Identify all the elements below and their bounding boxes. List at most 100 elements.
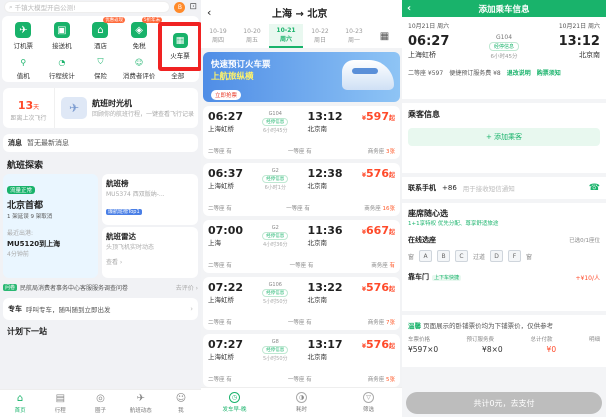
online-seat-header: 在线选座 已选0/1座位 [408,236,600,244]
arrive-station: 北京南 [307,182,328,190]
seat-f[interactable]: F [508,250,522,262]
notice-link[interactable]: 购票须知 [537,68,561,77]
arrive-time: 12:38 [307,167,343,180]
passenger-section: 乘客信息 + 添加乘客 [402,103,606,173]
tab-trips[interactable]: ▤ 行程 [40,390,80,417]
filter-icon: ▽ [363,392,374,403]
seat-b[interactable]: B [437,250,451,262]
flight-time-machine-card[interactable]: 13天 距离上次飞行 ✈ 航班时光机 回顾你的航班行程，一键查看飞行记录 [3,88,198,128]
grid-item-transfer[interactable]: ▣ 接送机 [43,22,82,50]
pay-button[interactable]: 共计0元，去支付 [406,392,602,414]
refund-link[interactable]: 退改说明 [507,68,531,77]
duration: 5小时50分 [263,356,288,362]
flight-radar-card[interactable]: 航班雷达 头顶飞机实时动态 查看 › [102,227,198,278]
seat-availability: 二等座 有一等座 有商务座 16张 [208,206,395,212]
car-icon: ▣ [53,22,70,38]
train-ticket-button[interactable]: ▦ 火车票 [158,22,201,71]
train-card[interactable]: 07:00 上海 G2 经停信息 4小时36分 11:36 北京南 ¥667起 二等座 有一等座… [203,220,400,273]
seat-a[interactable]: A [419,250,433,262]
tab-home[interactable]: ⌂ 首页 [0,390,40,417]
tab-me[interactable]: ☺ 我 [161,390,201,417]
depart-station: 上海 [208,239,221,247]
stop-info[interactable]: 经停信息 [262,289,289,297]
fee-labels: 车票价格 预订服务费 总计付款 明细 [408,335,600,343]
trip-dates: 10月21日 周六 10月21日 周六 [408,23,600,30]
scan-icon[interactable]: ⊡ [189,2,197,12]
chevron-right-icon: › [190,305,193,313]
phone-input[interactable]: 用于接收短信通知 [463,183,583,193]
grid-item-flight[interactable]: ✈ 订机票 [4,22,43,50]
grid-item-checkin[interactable]: ⚲ 值机 [4,56,43,81]
sort-depart-button[interactable]: ◷ 发车早-晚 [201,388,268,417]
train-list: 06:27 上海虹桥 G104 经停信息 6小时45分 13:12 北京南 ¥597起 二等座 … [201,106,402,387]
arrive-station: 北京南 [307,353,328,361]
train-card[interactable]: 06:27 上海虹桥 G104 经停信息 6小时45分 13:12 北京南 ¥597起 二等座 … [203,106,400,159]
airport-status-card[interactable]: 流量正常 北京首都 1 架延误 9 架取消 最近出港: MU5120到上海 4分… [3,174,98,278]
date-item[interactable]: 10-22 周日 [303,24,337,48]
add-passenger-button[interactable]: + 添加乘客 [408,128,600,146]
stop-info[interactable]: 经停信息 [262,232,289,240]
tab-flight-status[interactable]: ✈ 航班动态 [121,390,161,417]
ticket-price: ¥576起 [361,338,395,351]
duration: 6小时1分 [264,185,286,191]
depart-station: 上海虹桥 [208,296,234,304]
train-number: G8 [271,339,279,345]
arrive-station: 北京南 [307,239,328,247]
duration: 4小时36分 [263,242,288,248]
explore-right-column: 航班榜 MU5374 西双版纳-... 爆航班榜Top1 航班雷达 头顶飞机实时… [102,174,198,278]
back-icon[interactable]: ‹ [207,6,211,19]
seat-availability: 二等座 有一等座 有商务座 5张 [208,377,395,383]
order-screen: ‹ 添加乘车信息 10月21日 周六 10月21日 周六 06:27 上海虹桥 … [402,0,606,417]
trip-train-info[interactable]: G104 经停信息 6小时45分 [488,34,519,60]
bottom-tab-bar: ⌂ 首页 ▤ 行程 ◎ 圈子 ✈ 航班动态 ☺ 我 [0,389,201,417]
home-top-bar: ⌕ 千镇大模型开启公测! B ⊡ [0,0,201,14]
trip-summary: 10月21日 周六 10月21日 周六 06:27 上海虹桥 G104 经停信息… [402,17,606,99]
next-stop-title: 计划下一站 [7,327,47,336]
grid-item-trip-stats[interactable]: ◔ 行程统计 [43,56,82,81]
train-card[interactable]: 07:22 上海虹桥 G106 经停信息 5小时50分 13:22 北京南 ¥576起 二等座 … [203,277,400,330]
seat-availability: 二等座 有一等座 有商务座 7张 [208,320,395,326]
calendar-icon[interactable]: ▦ [371,24,398,48]
timer-icon: ◑ [296,392,307,403]
survey-ad[interactable]: 问卷 民航局消费者事务中心客服服务调查问卷 去评价 › [3,282,198,292]
grid-item-dutyfree[interactable]: 5折年末 ◈ 免税 [120,17,163,50]
luggage-icon: ⚲ [20,57,27,67]
contacts-icon[interactable]: ☎ [589,183,600,193]
plane-illustration-icon: ✈ [61,97,87,119]
stop-info[interactable]: 经停信息 [262,175,289,183]
train-number: G104 [268,111,282,117]
date-item[interactable]: 10-20 周五 [235,24,269,48]
seat-d[interactable]: D [490,250,504,262]
hotel-icon: ⌂ [92,22,109,38]
date-item[interactable]: 10-19 周四 [201,24,235,48]
grid-item-hotel[interactable]: 优惠返现 ⌂ 酒店 [81,17,126,50]
near-door-option[interactable]: 靠车门 上下车快捷 +¥10/人 [408,272,600,282]
stop-info[interactable]: 经停信息 [262,118,289,126]
private-car-bar[interactable]: 专车 呼叫专车，随叫随到立即出发 › [3,298,198,320]
grid-item-reviews[interactable]: ☺ 消费者评价 [120,56,159,81]
train-card[interactable]: 07:27 上海虹桥 G8 经停信息 5小时50分 13:17 北京南 ¥576起 二等座 有一… [203,334,400,387]
detail-link[interactable]: 明细 [589,335,600,343]
train-number: G2 [271,225,279,231]
sort-duration-button[interactable]: ◑ 耗时 [268,388,335,417]
date-item-selected[interactable]: 10-21 周六 [269,24,303,48]
seat-c[interactable]: C [455,250,469,262]
order-header: ‹ 添加乘车信息 [402,0,606,17]
date-item[interactable]: 10-23 周一 [337,24,371,48]
arrive-time: 11:36 [307,224,343,237]
depart-time: 07:00 [208,224,244,237]
back-icon[interactable]: ‹ [407,3,411,14]
grid-item-insurance[interactable]: ⛉ 保险 [81,56,120,80]
stop-info[interactable]: 经停信息 [262,346,289,354]
avatar[interactable]: B [174,1,186,13]
flight-rank-card[interactable]: 航班榜 MU5374 西双版纳-... 爆航班榜Top1 [102,174,198,225]
route-title: 上海 → 北京 [272,8,328,20]
days-since-flight: 13天 距离上次飞行 [3,88,55,128]
search-input[interactable]: ⌕ 千镇大模型开启公测! [4,1,171,13]
tab-circle[interactable]: ◎ 圈子 [80,390,120,417]
promo-banner[interactable]: 快速预订火车票 上航旅纵横 立即抢票 [203,52,400,102]
depart-time: 06:37 [208,167,244,180]
train-card[interactable]: 06:37 上海虹桥 G2 经停信息 6小时1分 12:38 北京南 ¥576起 二等座 有一等… [203,163,400,216]
filter-button[interactable]: ▽ 筛选 [335,388,402,417]
messages-bar[interactable]: 消息 暂无最新消息 [3,134,198,152]
